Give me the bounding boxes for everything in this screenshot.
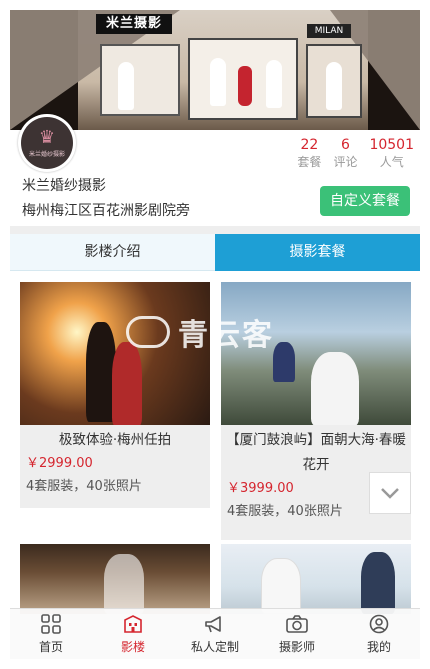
package-photo[interactable] bbox=[20, 544, 210, 614]
package-details: 4套服装，40张照片 bbox=[26, 479, 142, 494]
shop-address: 梅州梅江区百花洲影剧院旁 bbox=[22, 203, 190, 219]
wedding-dress-display bbox=[118, 62, 134, 110]
nav-photographer[interactable]: 摄影师 bbox=[256, 609, 338, 659]
package-price: ￥2999.00 bbox=[26, 456, 93, 471]
user-icon bbox=[369, 613, 389, 635]
nav-label: 私人定制 bbox=[190, 640, 239, 654]
shop-name: 米兰婚纱摄影 bbox=[22, 178, 106, 194]
nav-profile[interactable]: 我的 bbox=[338, 609, 420, 659]
bride-figure bbox=[311, 352, 359, 425]
groom-figure bbox=[273, 342, 295, 382]
store-window-left bbox=[100, 44, 180, 116]
nav-home[interactable]: 首页 bbox=[10, 609, 92, 659]
stat-packages: 22 套餐 bbox=[297, 136, 321, 170]
flower-display bbox=[238, 66, 252, 106]
wedding-dress-display bbox=[326, 62, 342, 110]
nav-label: 摄影师 bbox=[278, 640, 315, 654]
studio-logo: ♛ 米兰婚纱摄影 bbox=[18, 114, 76, 172]
wedding-dress-display bbox=[266, 60, 282, 108]
watermark: 青云客 bbox=[126, 310, 274, 354]
package-card[interactable] bbox=[20, 544, 210, 614]
content-tabs: 影楼介绍 摄影套餐 bbox=[10, 234, 420, 271]
tab-studio-intro[interactable]: 影楼介绍 bbox=[10, 234, 215, 271]
nav-label: 影楼 bbox=[120, 640, 145, 654]
chapel-light bbox=[104, 554, 144, 614]
camera-icon bbox=[286, 613, 308, 635]
chevron-down-icon bbox=[381, 488, 399, 499]
crown-icon: ♛ bbox=[38, 126, 56, 148]
bride-figure bbox=[261, 558, 301, 614]
groom-figure bbox=[361, 552, 395, 614]
wedding-dress-display bbox=[210, 58, 226, 106]
stat-value: 10501 bbox=[369, 137, 414, 153]
watermark-text: 青云客 bbox=[178, 318, 274, 353]
package-photo[interactable] bbox=[221, 544, 411, 614]
bride-figure bbox=[112, 342, 142, 425]
tab-photo-packages[interactable]: 摄影套餐 bbox=[215, 234, 420, 271]
nav-studio[interactable]: 影楼 bbox=[92, 609, 174, 659]
phone-screen: 米兰摄影 MILAN ♛ 米兰婚纱摄影 22 套餐 6 评论 10501 人气 … bbox=[10, 10, 420, 659]
stat-value: 22 bbox=[300, 137, 319, 153]
package-card[interactable] bbox=[221, 544, 411, 614]
logo-text: 米兰婚纱摄影 bbox=[28, 150, 65, 158]
megaphone-icon bbox=[204, 613, 226, 635]
stat-popularity: 10501 人气 bbox=[369, 136, 414, 170]
building-icon bbox=[123, 613, 143, 635]
side-sign: MILAN bbox=[307, 24, 351, 38]
stat-label: 人气 bbox=[379, 155, 404, 169]
nav-label: 我的 bbox=[366, 640, 391, 654]
section-divider bbox=[10, 226, 420, 234]
package-title: 【厦门鼓浪屿】面朝大海·春暖花开 bbox=[226, 432, 406, 473]
custom-package-button[interactable]: 自定义套餐 bbox=[320, 186, 410, 216]
grid-icon bbox=[41, 613, 61, 635]
bottom-navigation: 首页 影楼 私人定制 摄影师 我的 bbox=[10, 608, 420, 659]
nav-label: 首页 bbox=[38, 640, 63, 654]
studio-stats: 22 套餐 6 评论 10501 人气 bbox=[285, 136, 414, 170]
stat-value: 6 bbox=[340, 137, 350, 153]
nav-custom[interactable]: 私人定制 bbox=[174, 609, 256, 659]
store-sign: 米兰摄影 bbox=[96, 14, 172, 34]
stat-label: 套餐 bbox=[297, 155, 322, 169]
store-banner-image: 米兰摄影 MILAN bbox=[10, 10, 420, 130]
stat-label: 评论 bbox=[333, 155, 358, 169]
scroll-toggle-button[interactable] bbox=[369, 472, 411, 514]
stat-comments[interactable]: 6 评论 bbox=[333, 136, 357, 170]
cloud-icon bbox=[126, 316, 170, 348]
package-title: 极致体验·梅州任拍 bbox=[58, 432, 172, 448]
